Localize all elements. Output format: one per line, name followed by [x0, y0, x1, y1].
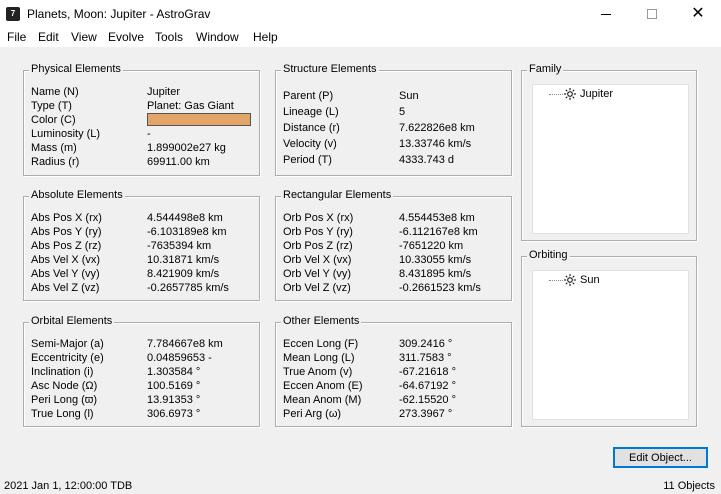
maximize-button[interactable]: [629, 0, 675, 28]
group-title: Physical Elements: [29, 63, 123, 75]
minimize-icon: [601, 13, 611, 15]
sun-icon: [564, 274, 576, 286]
menu-window[interactable]: Window: [196, 30, 239, 44]
menu-tools[interactable]: Tools: [155, 30, 183, 44]
rectangular-elements-group: Rectangular Elements Orb Pos X (rx) 4.554…: [275, 189, 512, 301]
family-tree[interactable]: Jupiter: [532, 84, 689, 234]
menu-edit[interactable]: Edit: [38, 30, 59, 44]
menu-help[interactable]: Help: [253, 30, 278, 44]
minimize-button[interactable]: [583, 0, 629, 28]
status-bar: 2021 Jan 1, 12:00:00 TDB 11 Objects: [0, 478, 721, 494]
menu-view[interactable]: View: [71, 30, 97, 44]
group-title: Orbiting: [527, 249, 570, 261]
orbiting-group: Orbiting Sun: [521, 249, 697, 427]
group-title: Other Elements: [281, 315, 362, 327]
group-title: Orbital Elements: [29, 315, 115, 327]
close-button[interactable]: ✕: [675, 0, 721, 28]
astrograv-app-icon[interactable]: 7: [6, 7, 20, 21]
color-swatch[interactable]: [147, 113, 251, 126]
tree-item-label: Sun: [580, 274, 600, 286]
orbital-elements-group: Orbital Elements Semi-Major (a) 7.784667e…: [23, 315, 260, 427]
group-title: Rectangular Elements: [281, 189, 394, 201]
body-icon: [564, 88, 576, 100]
tree-connector: [549, 93, 563, 95]
menu-evolve[interactable]: Evolve: [108, 30, 144, 44]
tree-connector: [549, 279, 563, 281]
group-title: Absolute Elements: [29, 189, 125, 201]
structure-elements-group: Structure Elements Parent (P) Sun Lineage…: [275, 63, 512, 176]
menu-bar: File Edit View Evolve Tools Window Help: [0, 28, 721, 47]
tree-item-jupiter[interactable]: Jupiter: [549, 87, 613, 101]
maximize-icon: [647, 9, 657, 19]
tree-item-sun[interactable]: Sun: [549, 273, 600, 287]
edit-object-button[interactable]: Edit Object...: [613, 447, 708, 468]
group-title: Family: [527, 63, 564, 75]
orbiting-tree[interactable]: Sun: [532, 270, 689, 420]
absolute-elements-group: Absolute Elements Abs Pos X (rx) 4.544498…: [23, 189, 260, 301]
family-group: Family Jupiter: [521, 63, 697, 241]
window-title: Planets, Moon: Jupiter - AstroGrav: [27, 7, 211, 21]
status-datetime: 2021 Jan 1, 12:00:00 TDB: [4, 480, 133, 492]
group-title: Structure Elements: [281, 63, 379, 75]
other-elements-group: Other Elements Eccen Long (F) 309.2416 ° …: [275, 315, 512, 427]
title-bar: 7 Planets, Moon: Jupiter - AstroGrav ✕: [0, 0, 721, 28]
status-object-count: 11 Objects: [663, 480, 715, 492]
close-icon: ✕: [691, 5, 705, 22]
tree-item-label: Jupiter: [580, 88, 614, 100]
menu-file[interactable]: File: [7, 30, 26, 44]
physical-elements-group: Physical Elements Name (N) Jupiter Type (…: [23, 63, 260, 176]
